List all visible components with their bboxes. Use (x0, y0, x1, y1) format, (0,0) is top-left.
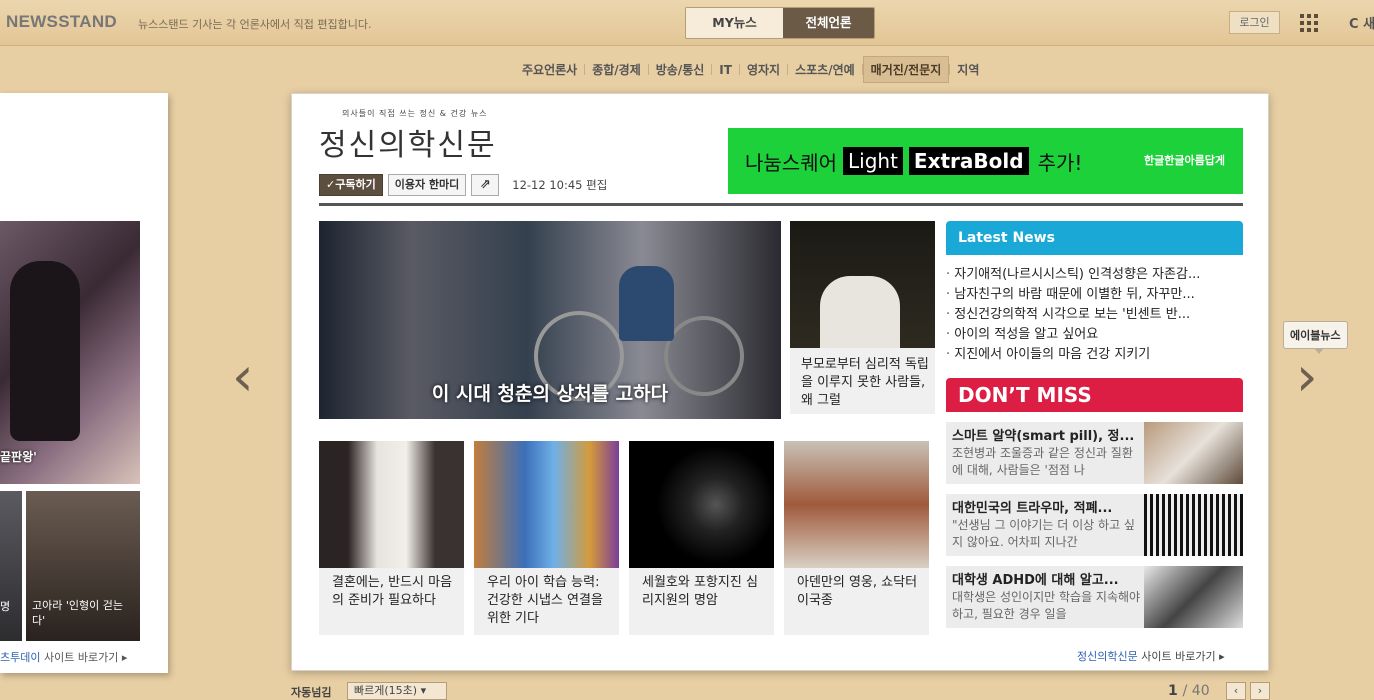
category-tab[interactable]: 방송/통신 (649, 57, 712, 82)
hero-caption[interactable]: 이 시대 청춘의 상처를 고하다 (319, 379, 781, 406)
list-item[interactable]: 아이의 적성을 알고 싶어요 (946, 325, 1243, 345)
press-panel: 의사들이 직접 쓰는 정신 & 건강 뉴스 정신의학신문 ✓구독하기 이용자 한… (291, 93, 1269, 671)
chevron-down-icon: ▾ (420, 684, 427, 697)
banner-text-2: 추가! (1037, 150, 1083, 175)
dont-miss-photo[interactable] (1144, 422, 1243, 484)
page-total: / 40 (1182, 683, 1210, 699)
thumb-caption[interactable]: 우리 아이 학습 능력: 건강한 시냅스 연결을 위한 기다 (487, 574, 609, 628)
thumb-article[interactable]: 우리 아이 학습 능력: 건강한 시냅스 연결을 위한 기다 (474, 441, 619, 635)
page-next-icon[interactable]: › (1250, 682, 1270, 700)
list-item[interactable]: 남자친구의 바람 때문에 이별한 뒤, 자꾸만... (946, 285, 1243, 305)
speed-select-value: 빠르게(15초) (354, 684, 418, 697)
mode-tabs: MY뉴스 전체언론사 (685, 7, 875, 39)
prev-press-photo[interactable] (0, 221, 140, 484)
press-slogan: 의사들이 직접 쓰는 정신 & 건강 뉴스 (342, 109, 488, 118)
tab-all-press[interactable]: 전체언론사 (783, 8, 874, 38)
press-name[interactable]: 정신의학신문 (319, 120, 497, 164)
press-footer: 정신의학신문 사이트 바로가기 ▸ (1077, 650, 1225, 663)
prev-press-caption[interactable]: 끝판왕' (0, 448, 37, 465)
side-article[interactable]: 부모로부터 심리적 독립을 이루지 못한 사람들, 왜 그럴 (790, 221, 935, 414)
prev-press-footer: 츠투데이 사이트 바로가기 ▸ (0, 651, 128, 664)
dont-miss-summary[interactable]: "선생님 그 이야기는 더 이상 하고 싶지 않아요. 어차피 지나간 (952, 517, 1142, 553)
category-tab[interactable]: 종합/경제 (585, 57, 648, 82)
press-site-link[interactable]: 사이트 바로가기 (1141, 650, 1215, 663)
latest-news-list: 자기애적(나르시시스틱) 인격성향은 자존감... 남자친구의 바람 때문에 이… (946, 265, 1243, 365)
thumb-caption[interactable]: 결혼에는, 반드시 마음의 준비가 필요하다 (332, 574, 454, 610)
category-nav: 주요언론사 종합/경제 방송/통신 IT 영자지 스포츠/연예 매거진/전문지 지역 (515, 56, 986, 83)
prev-press-caption-3[interactable]: 고아라 '인형이 걷는 다' (32, 598, 136, 628)
category-tab[interactable]: 주요언론사 (515, 57, 584, 82)
refresh-button[interactable]: C 새 (1349, 13, 1374, 32)
dont-miss-summary[interactable]: 조현병과 조울증과 같은 정신과 질환에 대해, 사람들은 '점점 나 (952, 445, 1142, 481)
next-press-tooltip: 에이블뉴스 (1283, 321, 1348, 354)
thumb-article[interactable]: 세월호와 포항지진 심리지원의 명암 (629, 441, 774, 635)
prev-press-caption-2[interactable]: 명 (0, 598, 10, 614)
dont-miss-item[interactable]: 대한민국의 트라우마, 적폐... "선생님 그 이야기는 더 이상 하고 싶지… (946, 494, 1243, 556)
thumb-photo[interactable] (474, 441, 619, 568)
dont-miss-item[interactable]: 스마트 알약(smart pill), 정... 조현병과 조울증과 같은 정신… (946, 422, 1243, 484)
thumb-article[interactable]: 결혼에는, 반드시 마음의 준비가 필요하다 (319, 441, 464, 635)
banner-badge-extrabold: ExtraBold (908, 147, 1029, 175)
thumb-article[interactable]: 아덴만의 영웅, 쇼닥터 이국종 (784, 441, 929, 635)
dont-miss-title[interactable]: 대한민국의 트라우마, 적폐... (952, 497, 1142, 516)
list-item[interactable]: 정신건강의학적 시각으로 보는 '빈센트 반... (946, 305, 1243, 325)
speed-select[interactable]: 빠르게(15초) ▾ (347, 682, 447, 700)
side-article-photo[interactable] (790, 221, 935, 348)
category-tab[interactable]: IT (712, 59, 739, 81)
category-tab[interactable]: 영자지 (740, 57, 787, 82)
category-tab[interactable]: 지역 (950, 57, 986, 82)
subscribe-button[interactable]: ✓구독하기 (319, 174, 383, 196)
prev-press-photo-2[interactable] (0, 491, 22, 641)
page-indicator: 1 / 40 (1168, 683, 1210, 699)
category-tab[interactable]: 매거진/전문지 (862, 56, 950, 83)
list-item[interactable]: 자기애적(나르시시스틱) 인격성향은 자존감... (946, 265, 1243, 285)
prev-press-site-name[interactable]: 츠투데이 (0, 651, 40, 664)
dont-miss-photo[interactable] (1144, 494, 1243, 556)
dont-miss-header: DON’T MISS (946, 378, 1243, 412)
next-arrow-icon[interactable]: › (1296, 350, 1318, 404)
page-prev-icon[interactable]: ‹ (1226, 682, 1246, 700)
app-grid-icon[interactable] (1300, 14, 1318, 32)
side-article-caption[interactable]: 부모로부터 심리적 독립을 이루지 못한 사람들, 왜 그럴 (801, 356, 929, 410)
prev-press-panel[interactable]: 끝판왕' 명 고아라 '인형이 걷는 다' 츠투데이 사이트 바로가기 ▸ (0, 93, 168, 673)
user-comment-button[interactable]: 이용자 한마디 (387, 174, 467, 196)
thumb-caption[interactable]: 아덴만의 영웅, 쇼닥터 이국종 (797, 574, 919, 610)
page-current: 1 (1168, 683, 1178, 699)
list-item[interactable]: 지진에서 아이들의 마음 건강 지키기 (946, 345, 1243, 365)
top-bar: NEWSSTAND 뉴스스탠드 기사는 각 언론사에서 직접 편집합니다. MY… (0, 0, 1374, 46)
hero-article[interactable]: 이 시대 청춘의 상처를 고하다 (319, 221, 781, 419)
edit-time: 12-12 10:45 편집 (512, 178, 608, 192)
ad-banner[interactable]: 나눔스퀘어 Light ExtraBold 추가! 한글한글아름답게 (728, 128, 1243, 194)
prev-arrow-icon[interactable]: ‹ (232, 350, 254, 404)
prev-press-site-link[interactable]: 사이트 바로가기 (44, 651, 118, 664)
banner-badge-light: Light (843, 147, 903, 175)
tagline: 뉴스스탠드 기사는 각 언론사에서 직접 편집합니다. (138, 18, 372, 31)
newsstand-logo[interactable]: NEWSSTAND (6, 12, 117, 32)
thumb-photo[interactable] (319, 441, 464, 568)
login-button[interactable]: 로그인 (1229, 11, 1280, 34)
dont-miss-photo[interactable] (1144, 566, 1243, 628)
latest-news-header: Latest News (946, 221, 1243, 255)
thumb-photo[interactable] (629, 441, 774, 568)
category-tab[interactable]: 스포츠/연예 (788, 57, 862, 82)
thumb-photo[interactable] (784, 441, 929, 568)
banner-text: 나눔스퀘어 (745, 150, 837, 175)
share-icon[interactable]: ⇗ (471, 174, 500, 196)
dont-miss-summary[interactable]: 대학생은 성인이지만 학습을 지속해야 하고, 필요한 경우 일을 (952, 589, 1142, 625)
dont-miss-title[interactable]: 스마트 알약(smart pill), 정... (952, 425, 1142, 444)
thumb-caption[interactable]: 세월호와 포항지진 심리지원의 명암 (642, 574, 764, 610)
banner-brand: 한글한글아름답게 (1144, 154, 1225, 167)
divider (319, 203, 1243, 206)
press-actions: ✓구독하기 이용자 한마디 ⇗ 12-12 10:45 편집 (319, 174, 607, 196)
tab-my-news[interactable]: MY뉴스 (686, 8, 783, 38)
dont-miss-title[interactable]: 대학생 ADHD에 대해 알고... (952, 569, 1142, 588)
press-site-name[interactable]: 정신의학신문 (1077, 650, 1138, 663)
dont-miss-item[interactable]: 대학생 ADHD에 대해 알고... 대학생은 성인이지만 학습을 지속해야 하… (946, 566, 1243, 628)
